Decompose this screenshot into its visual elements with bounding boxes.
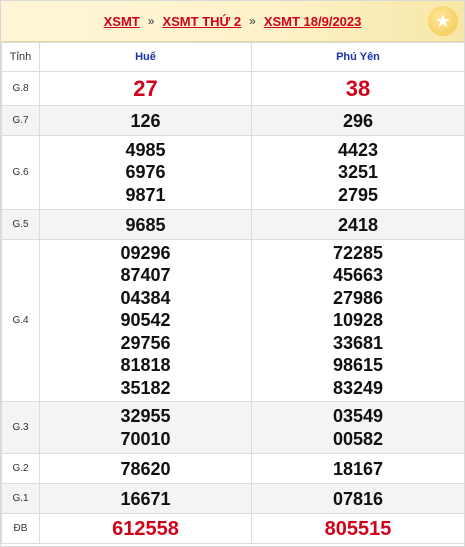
- prize-label: G.4: [1, 239, 40, 402]
- prize-number: 98615: [332, 355, 384, 376]
- table-row: G.3 32955 70010 03549 00582: [1, 401, 465, 454]
- prize-number: 00582: [332, 428, 384, 449]
- prize-number: 45663: [332, 265, 384, 286]
- results-panel: XSMT » XSMT THỨ 2 » XSMT 18/9/2023 ★ Tỉn…: [0, 0, 465, 547]
- prize-number-group: 32955 70010: [39, 401, 252, 454]
- prize-number-group: 09296 87407 04384 90542 29756 81818 3518…: [39, 239, 252, 402]
- prize-number: 27: [39, 71, 252, 106]
- prize-number: 9871: [125, 184, 166, 205]
- prize-number: 87407: [120, 265, 171, 286]
- prize-number: 2418: [251, 209, 465, 240]
- prize-label: G.6: [1, 135, 40, 210]
- prize-number: 27986: [332, 287, 384, 308]
- prize-number: 38: [251, 71, 465, 106]
- breadcrumb-link-xsmt[interactable]: XSMT: [104, 14, 140, 29]
- prize-number-group: 4985 6976 9871: [39, 135, 252, 210]
- prize-number: 33681: [332, 332, 384, 353]
- prize-number: 4423: [337, 139, 379, 160]
- prize-number: 78620: [39, 453, 252, 484]
- prize-number: 9685: [39, 209, 252, 240]
- breadcrumb-link-date[interactable]: XSMT 18/9/2023: [264, 14, 362, 29]
- prize-number: 29756: [120, 332, 171, 353]
- table-row: G.2 78620 18167: [1, 453, 465, 484]
- breadcrumb-separator: »: [249, 14, 256, 28]
- table-row: G.7 126 296: [1, 105, 465, 136]
- prize-number: 72285: [332, 242, 384, 263]
- prize-label: G.5: [1, 209, 40, 240]
- prize-number: 07816: [251, 483, 465, 514]
- special-prize-number: 805515: [251, 513, 465, 544]
- prize-label: G.3: [1, 401, 40, 454]
- breadcrumb-separator: »: [147, 14, 155, 28]
- star-icon: ★: [428, 6, 458, 36]
- prize-number: 126: [39, 105, 252, 136]
- column-header-province: Tỉnh: [1, 42, 40, 72]
- prize-number: 09296: [120, 242, 171, 263]
- prize-number: 90542: [120, 310, 171, 331]
- prize-number: 04384: [120, 287, 171, 308]
- prize-number: 32955: [120, 406, 171, 426]
- prize-number: 296: [251, 105, 465, 136]
- prize-label: G.2: [1, 453, 40, 484]
- prize-number: 35182: [120, 377, 171, 398]
- breadcrumb-link-weekday[interactable]: XSMT THỨ 2: [162, 14, 241, 29]
- prize-number: 81818: [120, 355, 171, 376]
- prize-number: 16671: [39, 483, 252, 514]
- prize-label: G.8: [1, 71, 40, 106]
- table-header-row: Tỉnh Huế Phú Yên: [1, 42, 465, 72]
- table-row: ĐB 612558 805515: [1, 513, 465, 544]
- prize-number: 3251: [337, 162, 379, 183]
- table-row: G.4 09296 87407 04384 90542 29756 81818 …: [1, 239, 465, 402]
- table-row: G.8 27 38: [1, 71, 465, 106]
- prize-number-group: 72285 45663 27986 10928 33681 98615 8324…: [251, 239, 465, 402]
- prize-label: G.7: [1, 105, 40, 136]
- column-header-phu-yen: Phú Yên: [251, 42, 465, 72]
- prize-label: G.1: [1, 483, 40, 514]
- results-table: Tỉnh Huế Phú Yên G.8 27 38 G.7 126 296 G…: [1, 42, 465, 544]
- prize-number: 4985: [125, 139, 166, 160]
- prize-number: 83249: [332, 377, 384, 398]
- table-row: G.5 9685 2418: [1, 209, 465, 240]
- prize-number-group: 03549 00582: [251, 401, 465, 454]
- column-header-hue: Huế: [39, 42, 252, 72]
- prize-number: 03549: [332, 406, 384, 426]
- table-row: G.6 4985 6976 9871 4423 3251 2795: [1, 135, 465, 210]
- prize-number: 70010: [120, 428, 171, 449]
- prize-number: 6976: [125, 162, 166, 183]
- prize-number: 18167: [251, 453, 465, 484]
- prize-number: 2795: [337, 184, 379, 205]
- prize-number-group: 4423 3251 2795: [251, 135, 465, 210]
- prize-number: 10928: [332, 310, 384, 331]
- special-prize-number: 612558: [39, 513, 252, 544]
- table-row: G.1 16671 07816: [1, 483, 465, 514]
- prize-label: ĐB: [1, 513, 40, 544]
- breadcrumb: XSMT » XSMT THỨ 2 » XSMT 18/9/2023 ★: [1, 1, 464, 42]
